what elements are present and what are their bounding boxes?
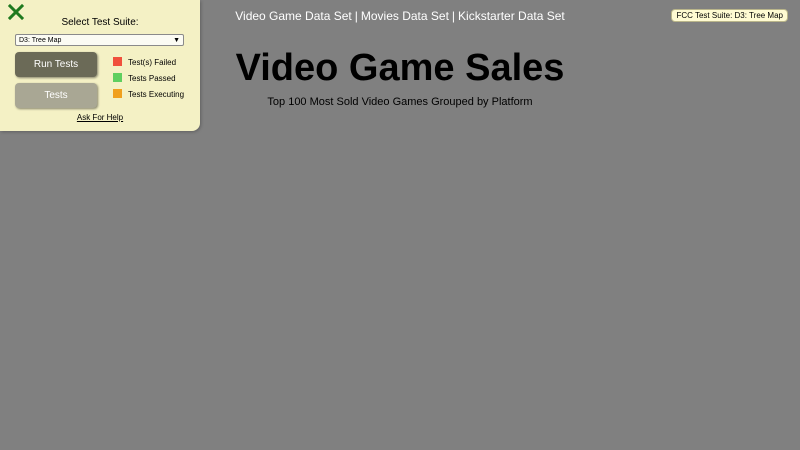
failed-swatch <box>113 57 122 66</box>
select-suite-label: Select Test Suite: <box>61 17 139 28</box>
legend-item-executing: Tests Executing <box>113 89 184 99</box>
nav-separator: | <box>354 9 358 23</box>
ask-for-help-link[interactable]: Ask For Help <box>0 113 200 122</box>
fcc-test-suite-badge: FCC Test Suite: D3: Tree Map <box>671 9 788 22</box>
nav-link-kickstarter[interactable]: Kickstarter Data Set <box>458 9 565 23</box>
legend-label-executing: Tests Executing <box>128 90 185 99</box>
selected-suite-value: D3: Tree Map <box>19 37 62 44</box>
nav-separator: | <box>451 9 456 23</box>
nav-link-movies[interactable]: Movies Data Set <box>361 9 449 23</box>
executing-swatch <box>113 89 122 98</box>
run-tests-button[interactable]: Run Tests <box>15 52 97 77</box>
tests-button[interactable]: Tests <box>15 83 97 108</box>
fcc-test-panel: Select Test Suite: D3: Tree Map ▼ Run Te… <box>0 0 200 131</box>
legend-label-failed: Test(s) Failed <box>128 58 177 67</box>
nav-link-video-game[interactable]: Video Game Data Set <box>235 9 352 23</box>
legend-item-failed: Test(s) Failed <box>113 57 176 67</box>
chevron-down-icon: ▼ <box>173 37 180 44</box>
legend-item-passed: Tests Passed <box>113 73 176 83</box>
passed-swatch <box>113 73 122 82</box>
test-suite-select[interactable]: D3: Tree Map ▼ <box>15 34 184 46</box>
legend-label-passed: Tests Passed <box>128 74 176 83</box>
